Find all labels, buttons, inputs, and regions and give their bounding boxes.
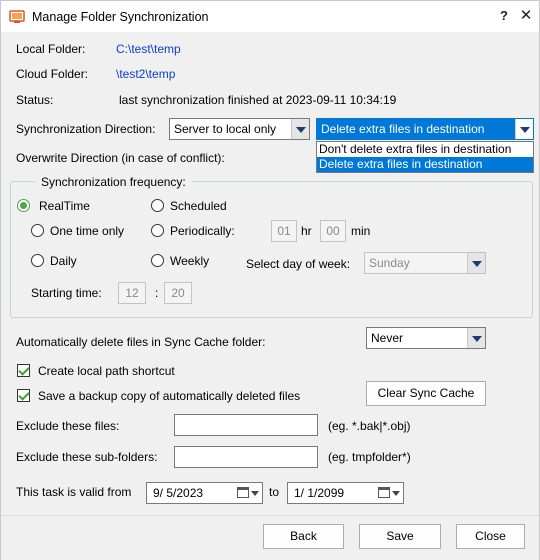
- status-value: last synchronization finished at 2023-09…: [119, 93, 397, 107]
- periodically-label: Periodically:: [170, 224, 235, 238]
- window-title: Manage Folder Synchronization: [32, 10, 209, 24]
- calendar-icon[interactable]: [378, 487, 390, 498]
- chevron-down-icon[interactable]: [467, 253, 485, 273]
- exclude-folders-input[interactable]: [174, 446, 318, 468]
- scheduled-radio[interactable]: [151, 199, 164, 212]
- one-time-label: One time only: [50, 224, 125, 238]
- exclude-files-input[interactable]: [174, 414, 318, 436]
- chevron-down-icon[interactable]: [291, 119, 309, 139]
- hr-unit-label: hr: [301, 224, 312, 238]
- realtime-radio[interactable]: [17, 199, 30, 212]
- exclude-files-label: Exclude these files:: [16, 419, 120, 433]
- chevron-down-icon[interactable]: [515, 119, 533, 139]
- valid-from-date: 9/ 5/2023: [153, 486, 204, 500]
- local-folder-label: Local Folder:: [16, 42, 86, 56]
- daily-radio[interactable]: [31, 254, 44, 267]
- periodically-radio[interactable]: [151, 224, 164, 237]
- status-label: Status:: [16, 93, 54, 107]
- extra-files-value: Delete extra files in destination: [321, 122, 485, 136]
- daily-label: Daily: [50, 254, 77, 268]
- exclude-folders-hint: (eg. tmpfolder*): [328, 450, 411, 464]
- close-icon[interactable]: ✕: [517, 7, 535, 25]
- weekly-radio[interactable]: [151, 254, 164, 267]
- title-bar: Manage Folder Synchronization ? ✕: [1, 1, 539, 32]
- extra-files-select[interactable]: Delete extra files in destination: [316, 118, 534, 140]
- starting-time-label: Starting time:: [31, 286, 102, 300]
- extra-files-dropdown-list: Don't delete extra files in destination …: [316, 141, 534, 173]
- valid-from-date-picker[interactable]: 9/ 5/2023: [146, 482, 263, 504]
- weekly-label: Weekly: [170, 254, 210, 268]
- valid-from-label: This task is valid from: [16, 485, 132, 499]
- sync-direction-label: Synchronization Direction:: [16, 122, 156, 136]
- dropdown-option-dont-delete[interactable]: Don't delete extra files in destination: [317, 142, 533, 157]
- sync-direction-select[interactable]: Server to local only: [169, 118, 310, 140]
- day-of-week-label: Select day of week:: [246, 257, 351, 271]
- overwrite-direction-label: Overwrite Direction (in case of conflict…: [16, 151, 225, 165]
- period-hour-input[interactable]: 01: [271, 220, 297, 242]
- chevron-down-icon[interactable]: [251, 491, 259, 496]
- day-of-week-select[interactable]: Sunday: [364, 252, 486, 274]
- help-icon[interactable]: ?: [495, 7, 513, 25]
- chevron-down-icon[interactable]: [392, 491, 400, 496]
- one-time-radio[interactable]: [31, 224, 44, 237]
- valid-to-date-picker[interactable]: 1/ 1/2099: [287, 482, 404, 504]
- frequency-group-title: Synchronization frequency:: [35, 175, 192, 189]
- manage-folder-sync-dialog: Manage Folder Synchronization ? ✕ Local …: [0, 0, 540, 560]
- exclude-folders-label: Exclude these sub-folders:: [16, 450, 158, 464]
- start-minute-input[interactable]: 20: [164, 282, 192, 304]
- period-minute-input[interactable]: 00: [320, 220, 346, 242]
- start-hour-input[interactable]: 12: [118, 282, 146, 304]
- cloud-folder-link[interactable]: \test2\temp: [116, 67, 175, 81]
- valid-to-date: 1/ 1/2099: [294, 486, 345, 500]
- back-button[interactable]: Back: [263, 524, 344, 549]
- app-icon: [9, 10, 25, 23]
- save-button[interactable]: Save: [359, 524, 441, 549]
- time-separator: :: [155, 286, 159, 300]
- valid-to-label: to: [269, 485, 280, 499]
- auto-delete-value: Never: [371, 331, 404, 345]
- create-shortcut-label: Create local path shortcut: [38, 364, 175, 378]
- exclude-files-hint: (eg. *.bak|*.obj): [328, 419, 411, 433]
- dropdown-option-delete[interactable]: Delete extra files in destination: [317, 157, 533, 172]
- auto-delete-label: Automatically delete files in Sync Cache…: [16, 335, 266, 349]
- calendar-icon[interactable]: [237, 487, 249, 498]
- realtime-label: RealTime: [39, 199, 90, 213]
- local-folder-link[interactable]: C:\test\temp: [116, 42, 181, 56]
- backup-copy-checkbox[interactable]: [17, 389, 30, 402]
- chevron-down-icon[interactable]: [467, 328, 485, 348]
- clear-sync-cache-button[interactable]: Clear Sync Cache: [366, 381, 486, 406]
- cloud-folder-label: Cloud Folder:: [16, 67, 89, 81]
- min-unit-label: min: [351, 224, 371, 238]
- create-shortcut-checkbox[interactable]: [17, 364, 30, 377]
- auto-delete-select[interactable]: Never: [366, 327, 486, 349]
- scheduled-label: Scheduled: [170, 199, 227, 213]
- backup-copy-label: Save a backup copy of automatically dele…: [38, 389, 301, 403]
- day-of-week-value: Sunday: [369, 256, 410, 270]
- close-button[interactable]: Close: [456, 524, 525, 549]
- sync-direction-value: Server to local only: [174, 122, 277, 136]
